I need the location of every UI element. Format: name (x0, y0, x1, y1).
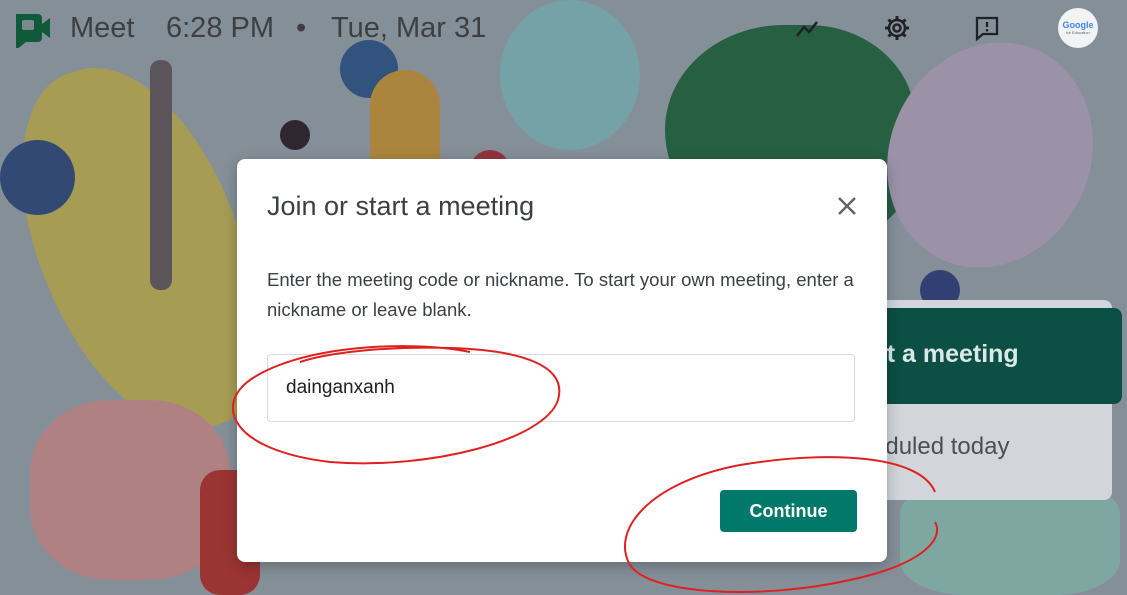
dialog-title: Join or start a meeting (267, 191, 535, 221)
feedback-icon[interactable] (973, 14, 1001, 42)
app-name: Meet (70, 12, 135, 44)
gfe-logo-text: Google (1062, 20, 1094, 30)
close-icon[interactable] (833, 192, 861, 220)
scheduled-today-label: eduled today (872, 433, 1010, 460)
settings-icon[interactable] (883, 14, 911, 42)
meet-logo-icon (16, 14, 50, 48)
join-meeting-dialog: Join or start a meeting Enter the meetin… (237, 159, 887, 562)
start-meeting-label: rt a meeting (877, 340, 1019, 368)
meeting-code-input[interactable] (267, 354, 855, 422)
google-for-education-logo[interactable]: Google for Education (1058, 8, 1098, 48)
current-date: Tue, Mar 31 (331, 12, 487, 44)
separator-dot: • (296, 12, 307, 44)
trending-icon[interactable] (793, 14, 821, 42)
gfe-logo-subtext: for Education (1066, 30, 1090, 35)
current-time: 6:28 PM (166, 12, 274, 44)
dialog-description: Enter the meeting code or nickname. To s… (267, 269, 854, 320)
top-bar: Meet 6:28 PM • Tue, Mar 31 Google for Ed… (0, 0, 1127, 60)
continue-button[interactable]: Continue (720, 490, 857, 532)
